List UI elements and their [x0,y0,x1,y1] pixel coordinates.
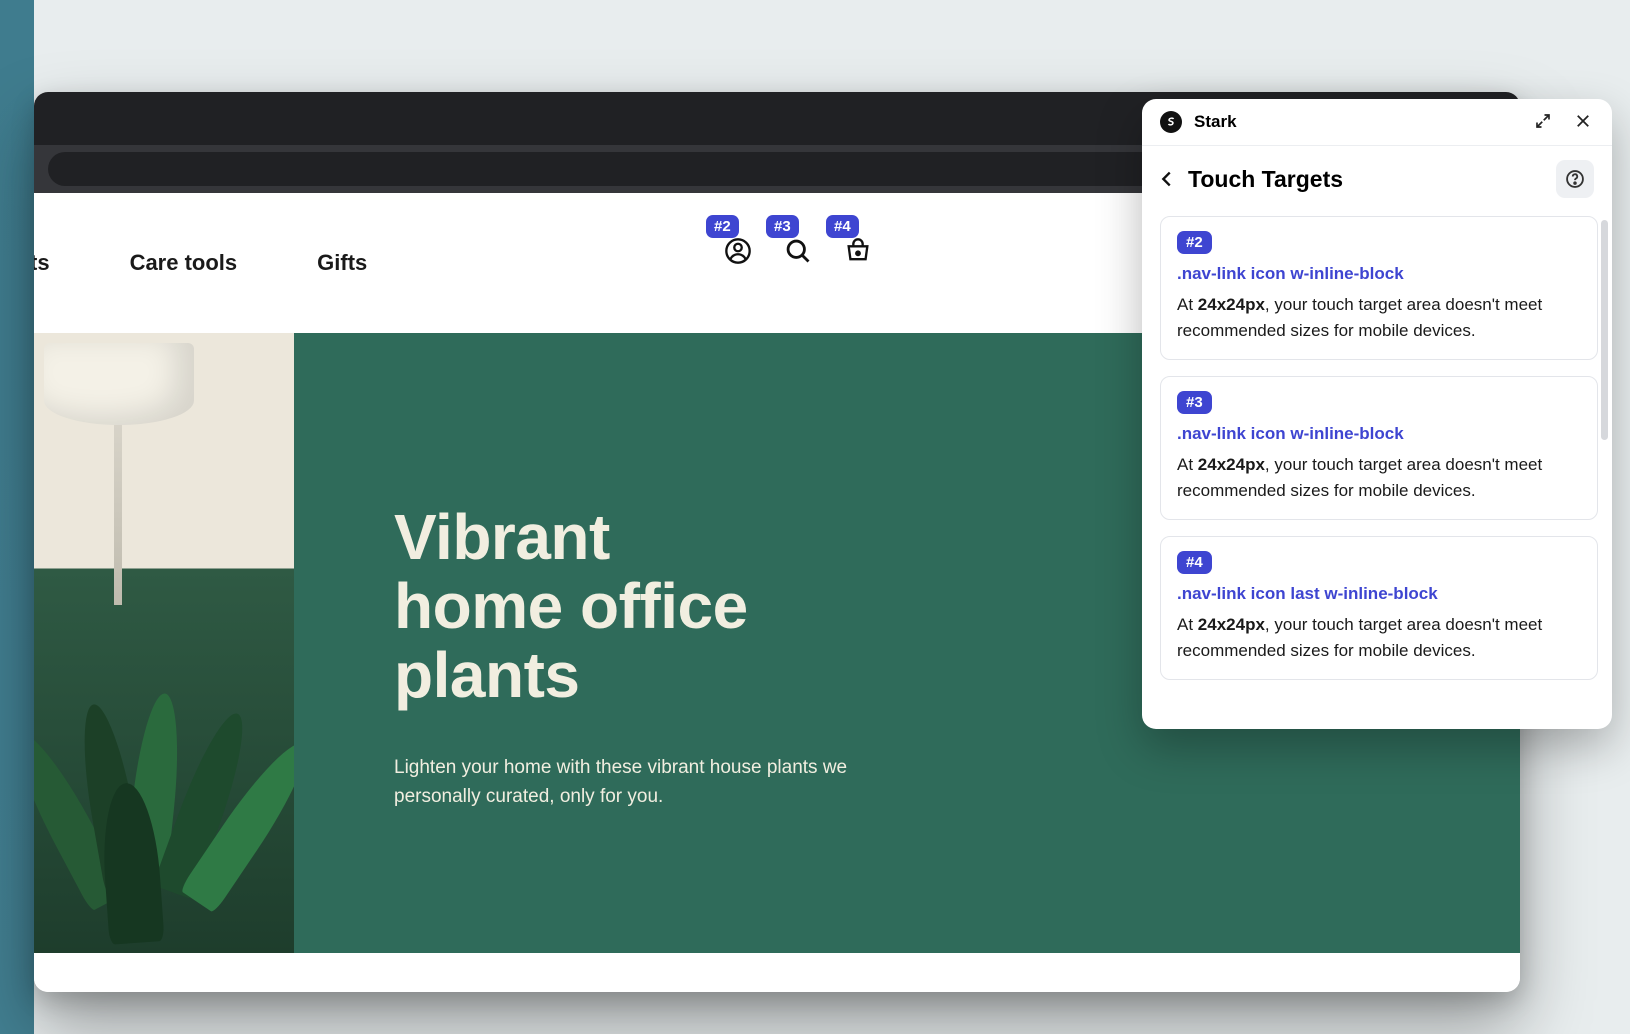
issue-card-4[interactable]: #4 .nav-link icon last w-inline-block At… [1160,536,1598,680]
issue-description: At 24x24px, your touch target area doesn… [1177,292,1581,343]
close-icon[interactable] [1574,112,1594,132]
stark-body: #2 .nav-link icon w-inline-block At 24x2… [1142,216,1612,729]
nav-link-care-tools[interactable]: Care tools [130,250,238,276]
issue-badge: #4 [1177,551,1212,574]
issue-selector: .nav-link icon w-inline-block [1177,264,1581,284]
address-bar[interactable] [48,152,1172,186]
issue-card-2[interactable]: #2 .nav-link icon w-inline-block At 24x2… [1160,216,1598,360]
issue-badge: #2 [1177,231,1212,254]
stark-brand: Stark [1194,112,1522,132]
issue-selector: .nav-link icon last w-inline-block [1177,584,1581,604]
nav-links: ts Care tools Gifts [34,250,367,276]
stark-header: Stark [1142,99,1612,146]
stark-logo-icon [1160,111,1182,133]
issue-badge-4: #4 [826,215,859,238]
issue-description: At 24x24px, your touch target area doesn… [1177,452,1581,503]
stark-panel: Stark Touch Targets #2 .nav-link icon w-… [1142,99,1612,729]
cart-icon[interactable]: #4 [844,237,872,265]
scrollbar[interactable] [1601,220,1608,440]
plant-graphic [34,613,294,953]
section-title: Touch Targets [1188,166,1546,193]
nav-link-partial[interactable]: ts [34,250,50,276]
back-icon[interactable] [1156,168,1178,190]
nav-link-gifts[interactable]: Gifts [317,250,367,276]
issue-badge-2: #2 [706,215,739,238]
left-sliver [0,0,34,1034]
issue-selector: .nav-link icon w-inline-block [1177,424,1581,444]
issue-description: At 24x24px, your touch target area doesn… [1177,612,1581,663]
lamp-graphic [44,343,194,603]
expand-icon[interactable] [1534,112,1554,132]
hero-image [34,333,294,953]
stark-subheader: Touch Targets [1142,146,1612,216]
hero-title: Vibrant home office plants [394,503,864,710]
issue-badge-3: #3 [766,215,799,238]
search-icon[interactable]: #3 [784,237,812,265]
issue-card-3[interactable]: #3 .nav-link icon w-inline-block At 24x2… [1160,376,1598,520]
account-icon[interactable]: #2 [724,237,752,265]
help-button[interactable] [1556,160,1594,198]
issue-badge: #3 [1177,391,1212,414]
hero-subtitle: Lighten your home with these vibrant hou… [394,754,864,811]
